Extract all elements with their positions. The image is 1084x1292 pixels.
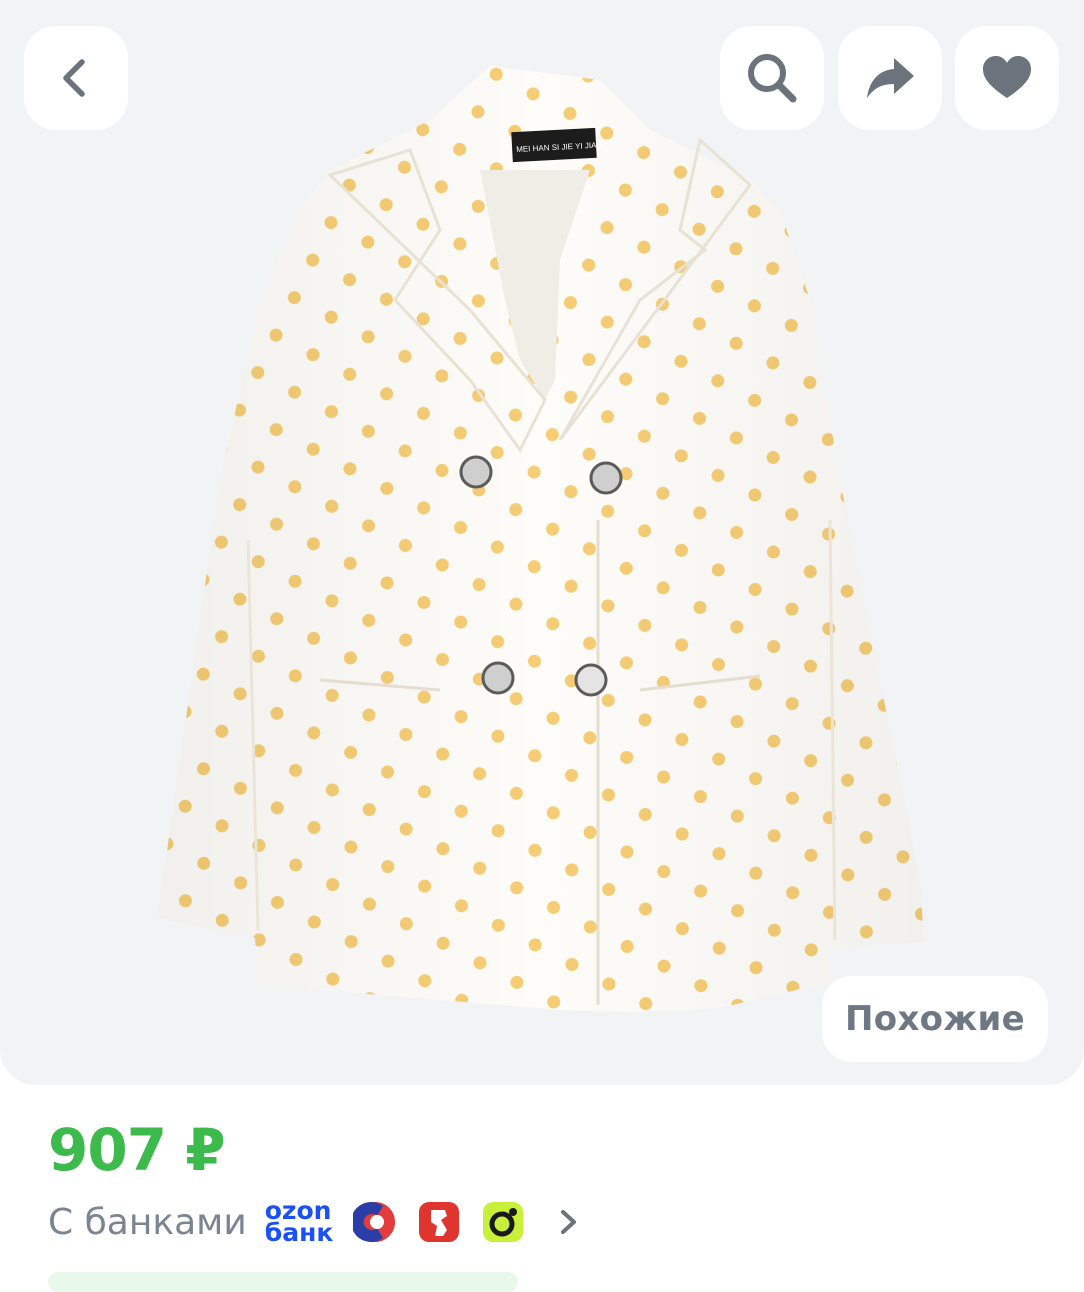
heart-icon <box>983 56 1031 98</box>
ozon-bank-logo: ozon банк <box>264 1196 334 1247</box>
price: 907 ₽ <box>48 1116 226 1184</box>
share-button[interactable] <box>838 26 942 130</box>
button-top-right <box>589 461 623 495</box>
back-button[interactable] <box>24 26 128 130</box>
bank-logo-green <box>483 1202 524 1242</box>
chevron-left-icon <box>63 59 85 97</box>
search-button[interactable] <box>720 26 824 130</box>
share-arrow-icon <box>867 58 914 98</box>
button-bottom-left <box>481 661 515 695</box>
bank-logo-red-knight <box>419 1202 460 1242</box>
similar-button[interactable]: Похожие <box>822 976 1048 1062</box>
label-tag: MEI HAN SI JIE YI JIAO <box>511 127 603 163</box>
favorite-button[interactable] <box>955 26 1059 130</box>
bank-offers-label: С банками <box>48 1201 247 1243</box>
bank-offers-row[interactable]: С банками ozon банк <box>48 1194 581 1250</box>
bottom-banner[interactable] <box>48 1272 518 1292</box>
bank-logo-blue-red <box>353 1202 396 1242</box>
product-gallery[interactable]: MEI HAN SI JIE YI JIAO Похожие <box>0 0 1084 1085</box>
chevron-right-icon <box>561 1210 577 1234</box>
button-bottom-right <box>574 663 608 697</box>
search-icon <box>748 54 797 103</box>
product-image[interactable]: MEI HAN SI JIE YI JIAO <box>0 0 1084 1085</box>
button-top-left <box>459 455 493 489</box>
